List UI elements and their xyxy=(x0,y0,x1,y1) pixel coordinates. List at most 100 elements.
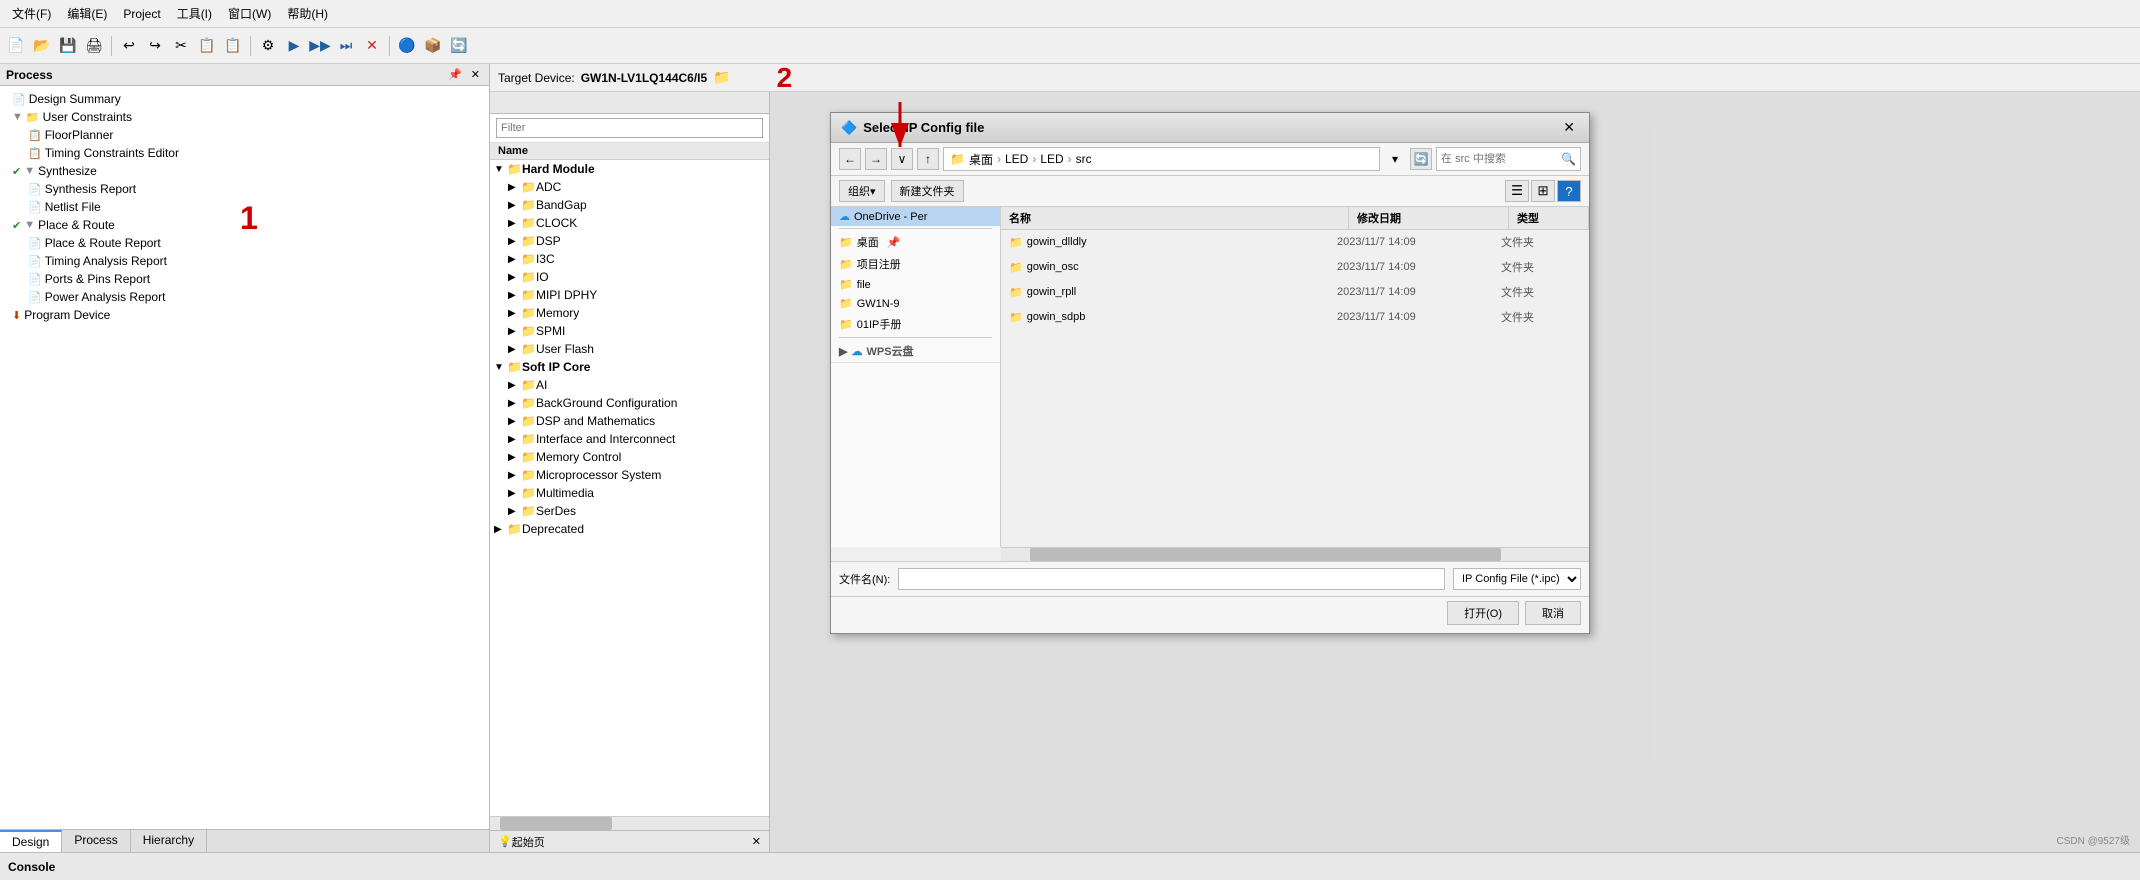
ip-multimedia[interactable]: ▶ 📁 Multimedia xyxy=(490,484,769,502)
ip-dsp[interactable]: ▶ 📁 DSP xyxy=(490,232,769,250)
nav-down-btn[interactable]: ∨ xyxy=(891,148,913,170)
filter-input[interactable] xyxy=(496,118,763,138)
fpga-btn[interactable]: 🔵 xyxy=(395,34,419,58)
sidebar-item-desktop[interactable]: 📁 桌面 📌 xyxy=(831,231,1000,253)
menu-window[interactable]: 窗口(W) xyxy=(220,3,279,24)
ip-memory-ctrl[interactable]: ▶ 📁 Memory Control xyxy=(490,448,769,466)
file-row-gowin-rpll[interactable]: 📁 gowin_rpll 2023/11/7 14:09 文件夹 xyxy=(1001,280,1589,305)
file-row-gowin-sdpb[interactable]: 📁 gowin_sdpb 2023/11/7 14:09 文件夹 xyxy=(1001,305,1589,330)
sidebar-item-ip-manual[interactable]: 📁 01IP手册 xyxy=(831,313,1000,335)
print-btn[interactable]: 🖨 xyxy=(82,34,106,58)
file-row-gowin-dlldly[interactable]: 📁 gowin_dlldly 2023/11/7 14:09 文件夹 xyxy=(1001,230,1589,255)
ip-serdes[interactable]: ▶ 📁 SerDes xyxy=(490,502,769,520)
all-btn[interactable]: ⏭ xyxy=(334,34,358,58)
menu-help[interactable]: 帮助(H) xyxy=(279,3,336,24)
nav-forward-btn[interactable]: → xyxy=(865,148,887,170)
ip-scrollbar[interactable] xyxy=(490,816,769,830)
tree-user-constraints[interactable]: ▼ 📁 User Constraints xyxy=(0,108,489,126)
ip-bandgap[interactable]: ▶ 📁 BandGap xyxy=(490,196,769,214)
col-date[interactable]: 修改日期 xyxy=(1349,207,1509,229)
tree-timing-analysis[interactable]: 📄 Timing Analysis Report xyxy=(0,252,489,270)
close-panel-btn[interactable]: ✕ xyxy=(468,68,483,81)
ip-io[interactable]: ▶ 📁 IO xyxy=(490,268,769,286)
refresh-btn[interactable]: 🔄 xyxy=(447,34,471,58)
ip-soft-core[interactable]: ▼ 📁 Soft IP Core xyxy=(490,358,769,376)
menu-tools[interactable]: 工具(I) xyxy=(169,3,220,24)
tree-floorplanner[interactable]: 📋 FloorPlanner xyxy=(0,126,489,144)
config-btn[interactable]: ⚙ xyxy=(256,34,280,58)
tree-ports-pins[interactable]: 📄 Ports & Pins Report xyxy=(0,270,489,288)
target-browse-btn[interactable]: 📁 xyxy=(713,69,730,86)
pin-btn[interactable]: 📌 xyxy=(445,68,465,81)
open-btn[interactable]: 📂 xyxy=(30,34,54,58)
organize-btn[interactable]: 组织▾ xyxy=(839,180,885,202)
ip-user-flash[interactable]: ▶ 📁 User Flash xyxy=(490,340,769,358)
ip-memory[interactable]: ▶ 📁 Memory xyxy=(490,304,769,322)
menu-file[interactable]: 文件(F) xyxy=(4,3,59,24)
ip-spmi[interactable]: ▶ 📁 SPMI xyxy=(490,322,769,340)
view-list-btn[interactable]: ☰ xyxy=(1505,180,1529,202)
ip-ai[interactable]: ▶ 📁 AI xyxy=(490,376,769,394)
nav-up-btn[interactable]: ↑ xyxy=(917,148,939,170)
tab-process[interactable]: Process xyxy=(62,830,130,852)
nav-refresh-btn[interactable]: 🔄 xyxy=(1410,148,1432,170)
pnr-btn[interactable]: ▶▶ xyxy=(308,34,332,58)
ip-close-btn[interactable]: ✕ xyxy=(752,835,761,848)
view-pane-btn[interactable]: ⊞ xyxy=(1531,180,1555,202)
col-name[interactable]: 名称 xyxy=(1001,207,1349,229)
undo-btn[interactable]: ↩ xyxy=(117,34,141,58)
tree-synthesize[interactable]: ✔ ▼ Synthesize xyxy=(0,162,489,180)
ip-mipi[interactable]: ▶ 📁 MIPI DPHY xyxy=(490,286,769,304)
new-file-btn[interactable]: 📄 xyxy=(4,34,28,58)
search-icon[interactable]: 🔍 xyxy=(1561,152,1576,166)
paste-btn[interactable]: 📋 xyxy=(221,34,245,58)
filetype-select[interactable]: IP Config File (*.ipc) xyxy=(1453,568,1581,590)
ip-clock[interactable]: ▶ 📁 CLOCK xyxy=(490,214,769,232)
breadcrumb-bar[interactable]: 📁 桌面 › LED › LED › src xyxy=(943,147,1380,171)
ip-microprocessor[interactable]: ▶ 📁 Microprocessor System xyxy=(490,466,769,484)
ip-deprecated[interactable]: ▶ 📁 Deprecated xyxy=(490,520,769,538)
dialog-hscrollbar[interactable] xyxy=(1001,547,1589,561)
tree-timing-constraints[interactable]: 📋 Timing Constraints Editor xyxy=(0,144,489,162)
file-row-gowin-osc[interactable]: 📁 gowin_osc 2023/11/7 14:09 文件夹 xyxy=(1001,255,1589,280)
menu-edit[interactable]: 编辑(E) xyxy=(59,3,115,24)
tree-place-route-report[interactable]: 📄 Place & Route Report xyxy=(0,234,489,252)
tree-synthesis-report[interactable]: 📄 Synthesis Report xyxy=(0,180,489,198)
ip-interface[interactable]: ▶ 📁 Interface and Interconnect xyxy=(490,430,769,448)
tree-power-analysis[interactable]: 📄 Power Analysis Report xyxy=(0,288,489,306)
filename-input[interactable] xyxy=(898,568,1445,590)
ip-btn[interactable]: 📦 xyxy=(421,34,445,58)
search-input[interactable] xyxy=(1441,153,1561,165)
ip-tree-scroll[interactable]: ▼ 📁 Hard Module ▶ 📁 ADC ▶ 📁 Ban xyxy=(490,160,769,816)
ip-adc[interactable]: ▶ 📁 ADC xyxy=(490,178,769,196)
sidebar-item-onedrive[interactable]: ☁ OneDrive - Per xyxy=(831,207,1000,226)
nav-back-btn[interactable]: ← xyxy=(839,148,861,170)
copy-btn[interactable]: 📋 xyxy=(195,34,219,58)
dialog-close-btn[interactable]: ✕ xyxy=(1559,119,1579,136)
cancel-btn[interactable]: 取消 xyxy=(1525,601,1581,625)
ip-i3c[interactable]: ▶ 📁 I3C xyxy=(490,250,769,268)
tree-netlist[interactable]: 📄 Netlist File xyxy=(0,198,489,216)
tab-hierarchy[interactable]: Hierarchy xyxy=(131,830,207,852)
stop-btn[interactable]: ✕ xyxy=(360,34,384,58)
help-btn[interactable]: ? xyxy=(1557,180,1581,202)
tree-program-device[interactable]: ⬇ Program Device xyxy=(0,306,489,324)
breadcrumb-dropdown-btn[interactable]: ▾ xyxy=(1384,148,1406,170)
tab-design[interactable]: Design xyxy=(0,830,62,852)
sidebar-item-project[interactable]: 📁 项目注册 xyxy=(831,253,1000,275)
cut-btn[interactable]: ✂ xyxy=(169,34,193,58)
redo-btn[interactable]: ↪ xyxy=(143,34,167,58)
save-btn[interactable]: 💾 xyxy=(56,34,80,58)
tree-design-summary[interactable]: 📄 Design Summary xyxy=(0,90,489,108)
ip-background-config[interactable]: ▶ 📁 BackGround Configuration xyxy=(490,394,769,412)
col-type[interactable]: 类型 xyxy=(1509,207,1589,229)
tree-place-route[interactable]: ✔ ▼ Place & Route xyxy=(0,216,489,234)
synth-btn[interactable]: ▶ xyxy=(282,34,306,58)
sidebar-item-file[interactable]: 📁 file xyxy=(831,275,1000,294)
sidebar-item-gw1n9[interactable]: 📁 GW1N-9 xyxy=(831,294,1000,313)
new-folder-btn[interactable]: 新建文件夹 xyxy=(891,180,964,202)
ip-dsp-math[interactable]: ▶ 📁 DSP and Mathematics xyxy=(490,412,769,430)
open-file-btn[interactable]: 打开(O) xyxy=(1447,601,1519,625)
menu-project[interactable]: Project xyxy=(115,5,168,23)
ip-hard-module[interactable]: ▼ 📁 Hard Module xyxy=(490,160,769,178)
